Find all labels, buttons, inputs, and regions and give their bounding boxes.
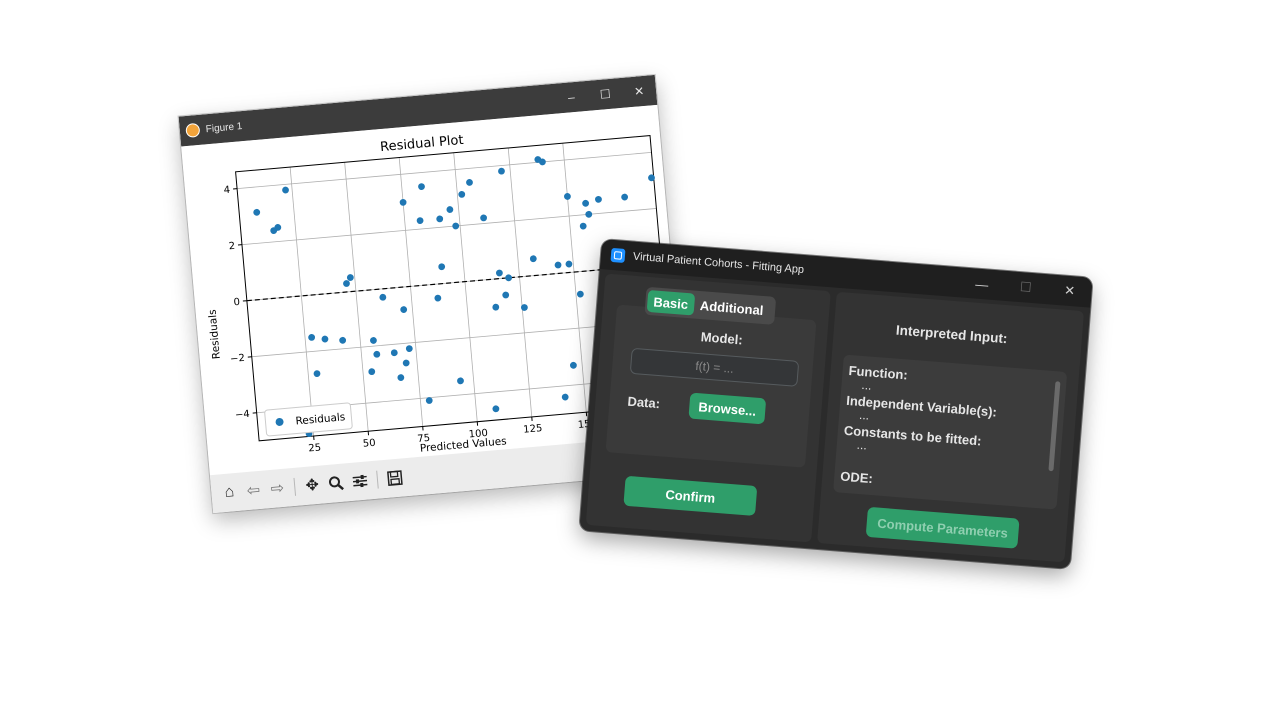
save-icon[interactable] xyxy=(384,467,406,489)
y-tick-label: −4 xyxy=(235,409,251,421)
app-title: Virtual Patient Cohorts - Fitting App xyxy=(632,250,805,277)
constants-value: ... xyxy=(856,437,868,453)
matplotlib-logo-icon xyxy=(185,122,201,138)
close-icon[interactable]: ✕ xyxy=(1046,274,1092,307)
x-tick-label: 50 xyxy=(362,438,376,450)
maximize-icon[interactable]: ☐ xyxy=(587,78,623,111)
interpreted-panel: Interpreted Input: Function: ... Indepen… xyxy=(817,291,1085,563)
toolbar-separator xyxy=(376,470,379,489)
configure-subplots-icon[interactable] xyxy=(349,470,371,492)
input-panel: Model: f(t) = ... Data: Browse... Basic … xyxy=(585,273,831,543)
back-arrow-icon[interactable]: ⇦ xyxy=(243,480,265,502)
x-tick-label: 125 xyxy=(523,423,543,436)
independent-variable-value: ... xyxy=(858,407,870,423)
model-label: Model: xyxy=(700,329,744,348)
data-label: Data: xyxy=(626,393,661,412)
x-tick-label: 25 xyxy=(308,442,322,454)
zoom-icon[interactable] xyxy=(325,472,347,494)
function-label: Function: xyxy=(848,362,909,383)
pan-icon[interactable]: ✥ xyxy=(301,475,323,497)
y-tick-label: 2 xyxy=(228,241,235,253)
output-scrollbar[interactable] xyxy=(1048,381,1061,472)
minimize-icon[interactable]: — xyxy=(959,267,1005,300)
y-tick-label: −2 xyxy=(230,353,246,365)
minimize-icon[interactable]: – xyxy=(553,81,589,114)
close-icon[interactable]: ✕ xyxy=(621,75,657,108)
browse-button[interactable]: Browse... xyxy=(688,392,767,425)
figure-title: Figure 1 xyxy=(205,120,243,135)
y-tick-label: 4 xyxy=(223,185,230,197)
interpreted-output-box: Function: ... Independent Variable(s): .… xyxy=(833,354,1068,510)
function-value: ... xyxy=(861,377,873,393)
app-icon xyxy=(610,247,626,263)
forward-arrow-icon[interactable]: ⇨ xyxy=(267,478,289,500)
input-tab-content: Model: f(t) = ... Data: Browse... xyxy=(605,304,817,468)
confirm-button[interactable]: Confirm xyxy=(623,475,758,516)
app-window-controls: — ☐ ✕ xyxy=(959,267,1093,307)
tab-additional[interactable]: Additional xyxy=(693,294,770,322)
fitting-app-window: Virtual Patient Cohorts - Fitting App — … xyxy=(579,239,1093,569)
maximize-icon[interactable]: ☐ xyxy=(1003,271,1049,304)
compute-parameters-button[interactable]: Compute Parameters xyxy=(865,506,1020,549)
tab-basic[interactable]: Basic xyxy=(646,289,695,316)
ode-label: ODE: xyxy=(839,468,874,487)
toolbar-separator xyxy=(293,477,297,496)
model-input[interactable]: f(t) = ... xyxy=(629,347,800,387)
y-tick-label: 0 xyxy=(233,297,240,309)
interpreted-title: Interpreted Input: xyxy=(895,322,1008,347)
home-icon[interactable]: ⌂ xyxy=(219,482,241,504)
